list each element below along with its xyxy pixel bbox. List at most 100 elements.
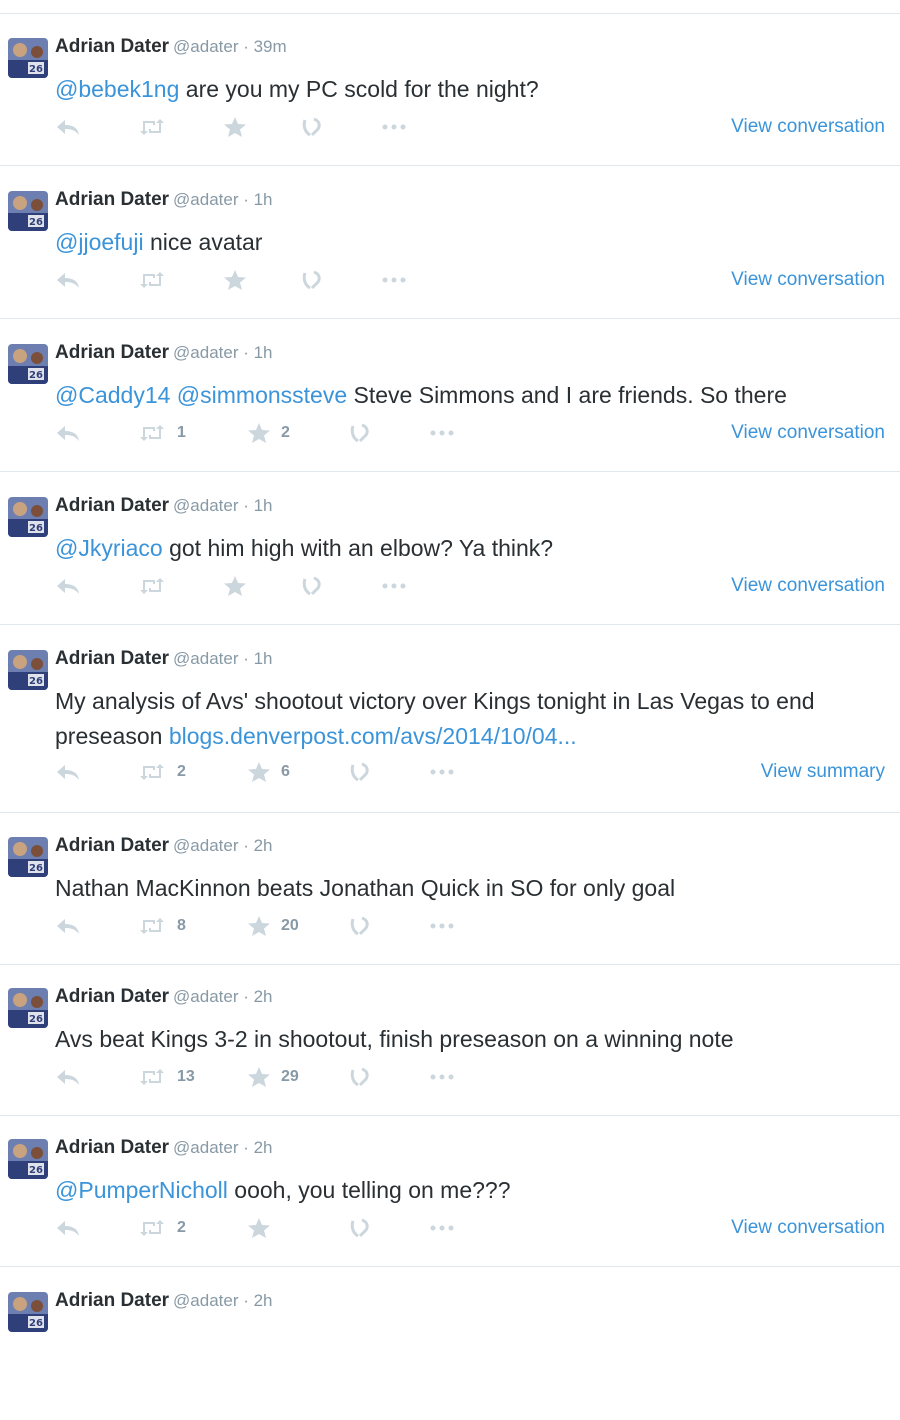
retweet-button[interactable] [137,265,167,295]
tweet-text: Avs beat Kings 3-2 in shootout, finish p… [55,1022,860,1057]
mention-link[interactable]: @Jkyriaco [55,535,163,561]
favorite-button[interactable]: 2 [247,418,290,448]
tweet[interactable]: 26 Adrian Dater @adater · 2h [0,1268,900,1420]
retweet-button[interactable] [137,571,167,601]
user-name[interactable]: Adrian Dater [55,189,169,210]
user-handle-time[interactable]: @adater · 1h [173,649,272,668]
retweet-button[interactable] [137,112,167,142]
user-handle-time[interactable]: @adater · 2h [173,836,272,855]
favorite-button[interactable]: 6 [247,757,290,787]
user-name[interactable]: Adrian Dater [55,648,169,669]
view-conversation-link[interactable]: View summary [761,757,885,787]
view-conversation-link[interactable]: View conversation [731,418,885,448]
vine-button[interactable] [349,1213,371,1243]
mention-link[interactable]: @Caddy14 @simmonssteve [55,382,347,408]
reply-button[interactable] [55,265,81,295]
retweet-count: 13 [177,1068,195,1085]
favorite-button[interactable] [223,112,247,142]
user-handle-time[interactable]: @adater · 39m [173,37,287,56]
favorite-button[interactable]: 29 [247,1062,299,1092]
avatar[interactable]: 26 [8,497,48,537]
more-button[interactable] [429,418,455,448]
reply-icon [55,117,81,137]
avatar[interactable]: 26 [8,837,48,877]
vine-button[interactable] [301,265,323,295]
reply-button[interactable] [55,571,81,601]
user-name[interactable]: Adrian Dater [55,1290,169,1311]
mention-link[interactable]: @jjoefuji [55,229,144,255]
avatar[interactable]: 26 [8,650,48,690]
tweet[interactable]: 26 Adrian Dater @adater · 39m @bebek1ng a… [0,14,900,166]
view-conversation-link[interactable]: View conversation [731,1213,885,1243]
reply-button[interactable] [55,757,81,787]
more-button[interactable] [429,1062,455,1092]
tweet[interactable]: 26 Adrian Dater @adater · 2h Nathan MacKi… [0,813,900,965]
favorite-button[interactable] [247,1213,271,1243]
retweet-button[interactable]: 13 [137,1062,195,1092]
more-button[interactable] [381,112,407,142]
avatar[interactable]: 26 [8,988,48,1028]
view-conversation-link[interactable]: View conversation [731,265,885,295]
user-handle-time[interactable]: @adater · 2h [173,1291,272,1310]
vine-icon [349,1217,371,1239]
avatar[interactable]: 26 [8,38,48,78]
vine-button[interactable] [301,571,323,601]
user-handle-time[interactable]: @adater · 1h [173,496,272,515]
view-conversation-link[interactable]: View conversation [731,571,885,601]
tweet[interactable]: 26 Adrian Dater @adater · 1h @jjoefuji ni… [0,167,900,319]
tweet-text: @jjoefuji nice avatar [55,225,860,260]
tweet[interactable]: 26 Adrian Dater @adater · 2h Avs beat Kin… [0,964,900,1116]
retweet-button[interactable]: 2 [137,757,186,787]
tweet-body: Nathan MacKinnon beats Jonathan Quick in… [55,875,676,901]
url-link[interactable]: blogs.denverpost.com/avs/2014/10/04... [169,723,577,749]
vine-button[interactable] [349,911,371,941]
user-name[interactable]: Adrian Dater [55,36,169,57]
user-name[interactable]: Adrian Dater [55,1137,169,1158]
reply-icon [55,916,81,936]
avatar[interactable]: 26 [8,344,48,384]
favorite-count: 29 [281,1068,299,1085]
view-conversation-link[interactable]: View conversation [731,112,885,142]
retweet-button[interactable]: 8 [137,911,186,941]
vine-button[interactable] [349,418,371,448]
tweet-text: @bebek1ng are you my PC scold for the ni… [55,72,860,107]
user-name[interactable]: Adrian Dater [55,986,169,1007]
vine-button[interactable] [349,757,371,787]
user-name[interactable]: Adrian Dater [55,495,169,516]
reply-button[interactable] [55,1213,81,1243]
favorite-button[interactable]: 20 [247,911,299,941]
retweet-button[interactable]: 2 [137,1213,186,1243]
more-button[interactable] [381,265,407,295]
more-button[interactable] [429,911,455,941]
more-icon [381,582,407,590]
retweet-button[interactable]: 1 [137,418,186,448]
reply-button[interactable] [55,1062,81,1092]
tweet[interactable]: 26 Adrian Dater @adater · 1h @Caddy14 @si… [0,320,900,472]
more-button[interactable] [429,1213,455,1243]
tweet[interactable]: 26 Adrian Dater @adater · 1h My analysis … [0,626,900,813]
tweet-body: oooh, you telling on me??? [227,1177,511,1203]
user-name[interactable]: Adrian Dater [55,835,169,856]
reply-button[interactable] [55,418,81,448]
favorite-button[interactable] [223,265,247,295]
reply-button[interactable] [55,911,81,941]
vine-button[interactable] [349,1062,371,1092]
more-button[interactable] [381,571,407,601]
reply-button[interactable] [55,112,81,142]
user-handle-time[interactable]: @adater · 2h [173,1138,272,1157]
more-button[interactable] [429,757,455,787]
avatar[interactable]: 26 [8,1139,48,1179]
user-handle-time[interactable]: @adater · 1h [173,190,272,209]
mention-link[interactable]: @PumperNicholl [55,1177,228,1203]
avatar[interactable]: 26 [8,191,48,231]
tweet[interactable]: 26 Adrian Dater @adater · 1h @Jkyriaco go… [0,473,900,625]
favorite-button[interactable] [223,571,247,601]
mention-link[interactable]: @bebek1ng [55,76,179,102]
tweet-header: Adrian Dater @adater · 1h [55,342,273,364]
avatar[interactable]: 26 [8,1292,48,1332]
vine-button[interactable] [301,112,323,142]
user-name[interactable]: Adrian Dater [55,342,169,363]
tweet[interactable]: 26 Adrian Dater @adater · 2h @PumperNicho… [0,1115,900,1267]
user-handle-time[interactable]: @adater · 1h [173,343,272,362]
user-handle-time[interactable]: @adater · 2h [173,987,272,1006]
